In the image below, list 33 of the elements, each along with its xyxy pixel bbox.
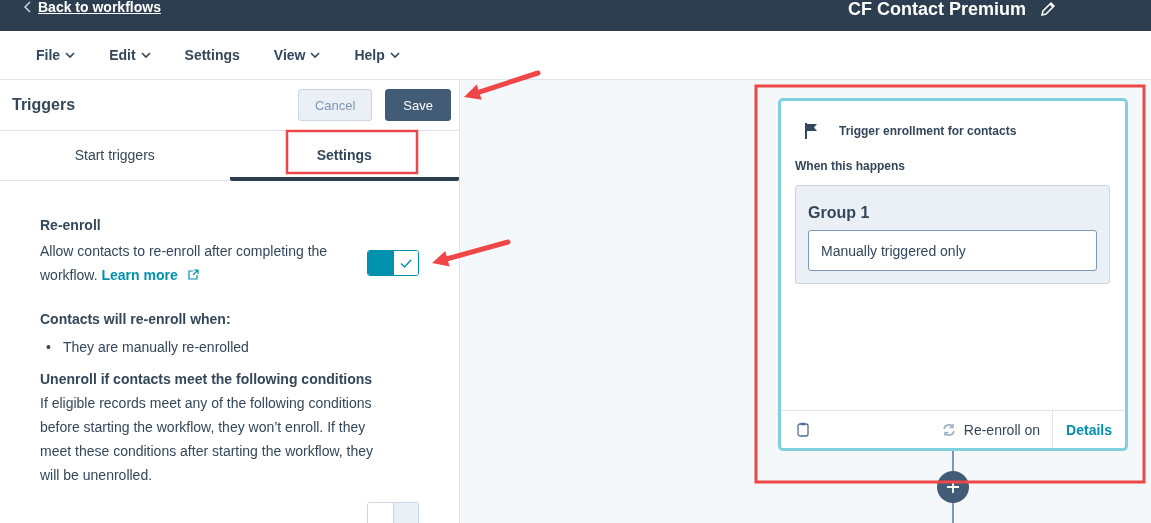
flag-icon — [805, 123, 819, 139]
menu-item[interactable]: View — [261, 41, 333, 69]
bullet: • — [46, 338, 51, 357]
external-link-icon — [187, 269, 199, 280]
section-heading: Contacts will re-enroll when: — [40, 311, 232, 327]
section-heading: Unenroll if contacts meet the following conditions — [40, 371, 374, 387]
back-link[interactable]: Back to workflows — [24, 0, 161, 14]
group-title: Group 1 — [808, 204, 871, 222]
trigger-card[interactable]: Trigger enrollment for contacts When this happens Group 1 Manually triggered only Re-enroll on Details — [778, 98, 1128, 451]
details-link[interactable]: Details — [1052, 411, 1125, 448]
description: If eligible records meet any of the following conditions before starting the workflow, they won’t enroll. If they meet these conditions after starting the workflow, they will be unenrolled. — [40, 394, 375, 485]
panel-title: Triggers — [12, 96, 77, 114]
clipboard-icon[interactable] — [797, 422, 809, 437]
status-label: Re-enroll on — [963, 421, 1041, 438]
workflow-title: CF Contact Premium — [847, 0, 1026, 18]
section-heading: Re-enroll — [40, 217, 102, 233]
menu-item[interactable]: Settings — [172, 41, 252, 69]
card-title: Trigger enrollment for contacts — [839, 124, 1017, 138]
check-icon — [399, 258, 412, 268]
description: Allow contacts to re-enroll after completing the workflow. Learn more — [40, 242, 329, 285]
chevron-left-icon — [24, 1, 32, 13]
criteria-field[interactable]: Manually triggered only — [808, 230, 1097, 271]
menu-item[interactable]: File — [24, 41, 88, 69]
tab[interactable]: Start triggers — [0, 131, 230, 181]
refresh-icon — [941, 422, 956, 437]
menu-item[interactable]: Edit — [97, 41, 163, 69]
card-subtitle: When this happens — [794, 158, 906, 173]
pencil-icon[interactable] — [1040, 1, 1056, 17]
list-item: They are manually re-enrolled — [62, 338, 249, 357]
learn-more-link[interactable]: Learn more — [101, 267, 178, 283]
menu-item[interactable]: Help — [342, 41, 412, 69]
save-button[interactable]: Save — [385, 89, 451, 121]
toggle-switch[interactable] — [367, 250, 419, 276]
